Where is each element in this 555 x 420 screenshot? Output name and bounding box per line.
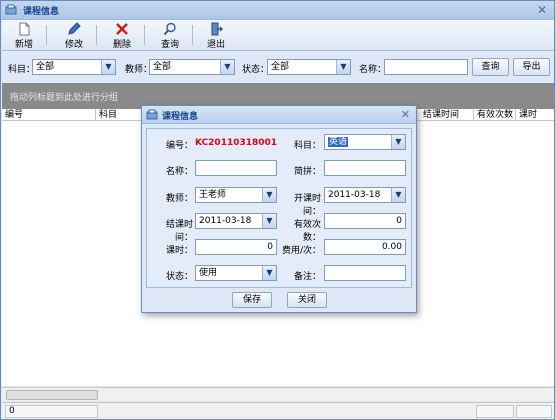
name-filter-input[interactable]	[384, 59, 468, 75]
fee-label: 费用/次：	[281, 246, 321, 256]
app-icon	[5, 4, 17, 15]
teacher-filter-select[interactable]: 全部 ▼	[149, 59, 235, 75]
chevron-down-icon[interactable]: ▼	[391, 188, 405, 202]
toolbar-separator	[144, 25, 145, 45]
dialog-title: 课程信息	[162, 112, 199, 122]
search-icon	[163, 22, 176, 36]
column-header-code[interactable]: 编号	[2, 109, 96, 121]
start-time-value: 2011-03-18	[328, 190, 381, 200]
delete-button[interactable]: 删除	[104, 22, 140, 50]
name-label: 名称：	[165, 167, 193, 177]
toolbar: 新增 修改 删除 查询 退出	[2, 20, 554, 51]
status-filter-select[interactable]: 全部 ▼	[267, 59, 351, 75]
abbr-label: 简拼：	[293, 167, 321, 177]
code-value: KC20110318001	[195, 138, 278, 148]
remark-label: 备注：	[293, 272, 321, 282]
remark-input[interactable]	[324, 265, 406, 281]
chevron-down-icon[interactable]: ▼	[391, 135, 405, 149]
filter-bar: 科目： 全部 ▼ 教师： 全部 ▼ 状态： 全部 ▼ 名称： 查询 导出	[2, 53, 554, 81]
filter-query-button[interactable]: 查询	[472, 58, 509, 76]
column-header-subject[interactable]: 科目	[96, 109, 142, 121]
name-input[interactable]	[195, 160, 277, 176]
new-button[interactable]: 新增	[6, 22, 42, 50]
pencil-icon	[68, 22, 81, 35]
column-header-end-time[interactable]: 结课时间	[420, 109, 474, 121]
status-filter-label: 状态：	[242, 65, 270, 75]
chevron-down-icon[interactable]: ▼	[262, 266, 276, 280]
subject-filter-label: 科目：	[8, 65, 36, 75]
teacher-filter-label: 教师：	[125, 65, 153, 75]
query-button[interactable]: 查询	[152, 22, 188, 50]
subject-select[interactable]: 英语 ▼	[324, 134, 406, 150]
subject-label: 科目：	[293, 141, 321, 151]
toolbar-separator	[96, 25, 97, 45]
teacher-value: 王老师	[199, 190, 227, 200]
status-filter-value: 全部	[271, 62, 290, 72]
exit-door-icon	[211, 22, 223, 36]
main-window: 课程信息 ✕ 新增 修改 删除 查询 退出 科目： 全部 ▼ 教师： 全部 ▼ …	[0, 0, 555, 420]
end-time-value: 2011-03-18	[199, 216, 252, 226]
close-icon[interactable]: ✕	[535, 3, 549, 17]
teacher-filter-value: 全部	[153, 62, 172, 72]
hours-label: 课时：	[165, 246, 193, 256]
record-count: 0	[5, 405, 98, 418]
dialog-close-button[interactable]: 关闭	[287, 292, 327, 308]
status-label: 状态：	[165, 272, 193, 282]
edit-label: 修改	[64, 40, 83, 50]
toolbar-separator	[46, 25, 47, 45]
end-time-label: 结课时间：	[165, 220, 193, 243]
valid-count-label: 有效次数：	[293, 220, 321, 243]
status-value: 使用	[199, 268, 218, 278]
teacher-label: 教师：	[165, 194, 193, 204]
start-time-label: 开课时间：	[293, 194, 321, 217]
footer-cell	[516, 405, 552, 418]
fee-input[interactable]: 0.00	[324, 239, 406, 255]
save-button[interactable]: 保存	[232, 292, 272, 308]
dialog-title-bar[interactable]: 课程信息 ✕	[142, 106, 416, 124]
subject-value: 英语	[328, 137, 349, 147]
hours-input[interactable]: 0	[195, 239, 277, 255]
exit-button[interactable]: 退出	[198, 22, 234, 50]
app-icon	[146, 109, 158, 120]
window-title: 课程信息	[23, 7, 60, 17]
toolbar-separator	[192, 25, 193, 45]
abbr-input[interactable]	[324, 160, 406, 176]
code-label: 编号：	[165, 141, 193, 151]
chevron-down-icon[interactable]: ▼	[262, 214, 276, 228]
export-button[interactable]: 导出	[513, 58, 550, 76]
column-header-valid-count[interactable]: 有效次数	[474, 109, 516, 121]
end-time-picker[interactable]: 2011-03-18 ▼	[195, 213, 277, 229]
horizontal-scrollbar[interactable]	[2, 387, 554, 401]
chevron-down-icon[interactable]: ▼	[336, 60, 350, 74]
form-panel: 编号： KC20110318001 科目： 英语 ▼ 名称： 简拼： 教师： 王…	[146, 128, 412, 288]
title-bar: 课程信息 ✕	[1, 1, 554, 20]
chevron-down-icon[interactable]: ▼	[101, 60, 115, 74]
scrollbar-thumb[interactable]	[6, 390, 98, 400]
chevron-down-icon[interactable]: ▼	[220, 60, 234, 74]
group-hint-text: 拖动列标题到此处进行分组	[10, 93, 119, 103]
column-header-hours[interactable]: 课时	[516, 109, 554, 121]
subject-filter-select[interactable]: 全部 ▼	[32, 59, 116, 75]
new-label: 新增	[14, 40, 33, 50]
delete-x-icon	[116, 23, 128, 35]
delete-label: 删除	[112, 40, 131, 50]
exit-label: 退出	[206, 40, 225, 50]
footer-cell	[476, 405, 514, 418]
grid-footer: 0	[2, 402, 554, 419]
teacher-select[interactable]: 王老师 ▼	[195, 187, 277, 203]
edit-button[interactable]: 修改	[56, 22, 92, 50]
new-document-icon	[19, 22, 30, 36]
status-select[interactable]: 使用 ▼	[195, 265, 277, 281]
valid-count-input[interactable]: 0	[324, 213, 406, 229]
query-label: 查询	[160, 40, 179, 50]
name-filter-label: 名称：	[359, 65, 387, 75]
start-time-picker[interactable]: 2011-03-18 ▼	[324, 187, 406, 203]
close-icon[interactable]: ✕	[401, 108, 410, 121]
course-info-dialog: 课程信息 ✕ 编号： KC20110318001 科目： 英语 ▼ 名称： 简拼…	[141, 105, 417, 313]
subject-filter-value: 全部	[36, 62, 55, 72]
chevron-down-icon[interactable]: ▼	[262, 188, 276, 202]
